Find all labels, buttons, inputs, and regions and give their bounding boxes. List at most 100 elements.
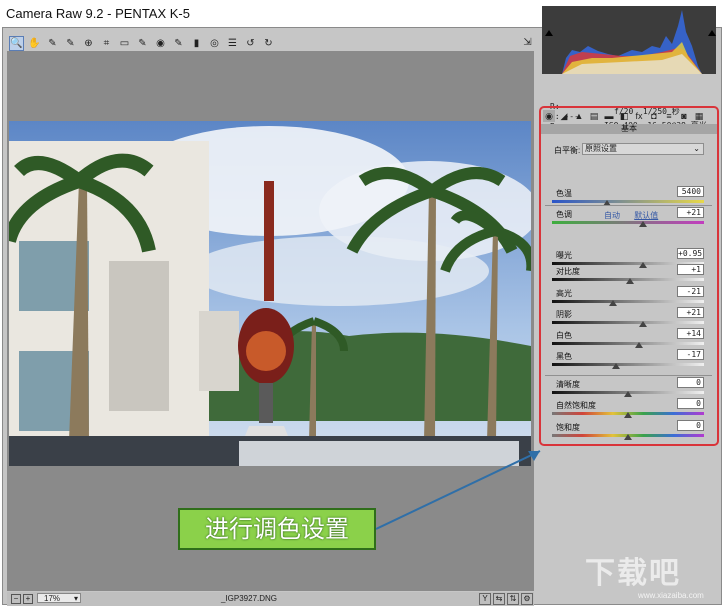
zoom-in-icon[interactable]: + (23, 594, 33, 604)
rotate-ccw-tool-icon[interactable]: ↺ (243, 36, 258, 51)
camera-info: R: --- G: --- B: --- f/20 1/250 秒 ISO 40… (548, 74, 718, 131)
zoom-tool-icon[interactable]: 🔍 (9, 35, 24, 51)
highlights-value-input[interactable]: -21 (677, 286, 704, 297)
hand-tool-icon[interactable]: ✋ (27, 36, 42, 51)
tint-label: 色调 (556, 210, 572, 219)
panel-tab-icon[interactable]: ▤ (588, 110, 600, 122)
panel-tab-icon[interactable]: fx (633, 110, 645, 122)
panel-tab-icon[interactable]: ◧ (618, 110, 630, 122)
settings-icon[interactable]: ⚙ (521, 593, 533, 605)
watermark: 下载吧 (585, 557, 681, 590)
vibrance-value-input[interactable]: 0 (677, 398, 704, 409)
auto-link[interactable]: 自动 (604, 211, 620, 220)
panel-tab-icon[interactable]: ◘ (648, 110, 660, 122)
whites-slider[interactable] (552, 342, 704, 348)
shadows-label: 阴影 (556, 310, 572, 319)
temp-label: 色温 (556, 189, 572, 198)
panel-tab-icon[interactable]: ▲ (573, 110, 585, 122)
divider (545, 375, 712, 376)
vibrance-label: 自然饱和度 (556, 401, 596, 410)
panel-tab-icon[interactable]: ◉ (543, 110, 555, 122)
highlights-slider[interactable] (552, 300, 704, 306)
tint-slider-thumb[interactable] (639, 221, 648, 227)
clarity-value-input[interactable]: 0 (677, 377, 704, 388)
toolbar: 🔍 ✋ ✎ ✎ ⊕ ⌗ ▭ ✎ ◉ ✎ ▮ ◎ ☰ ↺ ↻ (9, 35, 276, 51)
default-link[interactable]: 默认值 (634, 211, 658, 220)
clarity-label: 清晰度 (556, 380, 580, 389)
zoom-level-select[interactable]: 17% ▾ (37, 593, 81, 603)
exposure-value-input[interactable]: +0.95 (677, 248, 704, 259)
saturation-label: 饱和度 (556, 423, 580, 432)
shadows-slider[interactable] (552, 321, 704, 327)
whites-slider-thumb[interactable] (634, 342, 643, 348)
panel-tabs: ◉ ◢ ▲ ▤ ▬ ◧ fx ◘ ≡ ◙ ▦ (543, 110, 705, 123)
highlight-clipping-warning-icon[interactable] (708, 30, 716, 36)
panel-tab-icon[interactable]: ▬ (603, 110, 615, 122)
vibrance-slider[interactable] (552, 412, 704, 418)
contrast-slider-thumb[interactable] (625, 278, 634, 284)
zoom-level-value: 17% (44, 594, 61, 603)
clarity-slider[interactable] (552, 391, 704, 397)
highlights-label: 高光 (556, 289, 572, 298)
spot-removal-tool-icon[interactable]: ✎ (135, 36, 150, 51)
contrast-value-input[interactable]: +1 (677, 264, 704, 275)
preview-photo (9, 121, 531, 466)
temp-slider[interactable] (552, 200, 704, 206)
blacks-slider[interactable] (552, 363, 704, 369)
color-sampler-tool-icon[interactable]: ✎ (63, 36, 78, 51)
targeted-adjustment-tool-icon[interactable]: ⊕ (81, 36, 96, 51)
whites-value-input[interactable]: +14 (677, 328, 704, 339)
white-balance-select[interactable]: 原照设置 ⌄ (582, 143, 704, 155)
radial-filter-tool-icon[interactable]: ◎ (207, 36, 222, 51)
red-eye-tool-icon[interactable]: ◉ (153, 36, 168, 51)
panel-tab-icon[interactable]: ◢ (558, 110, 570, 122)
view-toggle-icon[interactable]: Y (479, 593, 491, 605)
panel-tab-icon[interactable]: ▦ (693, 110, 705, 122)
whites-label: 白色 (556, 331, 572, 340)
filename: _IGP3927.DNG (221, 594, 278, 603)
shadows-value-input[interactable]: +21 (677, 307, 704, 318)
panel-tab-icon[interactable]: ◙ (678, 110, 690, 122)
swap-settings-icon[interactable]: ⇅ (507, 593, 519, 605)
white-balance-value: 原照设置 (585, 144, 617, 153)
shadows-slider-thumb[interactable] (639, 321, 648, 327)
histogram (542, 6, 716, 74)
vibrance-slider-thumb[interactable] (624, 412, 632, 418)
temp-value-input[interactable]: 5400 (677, 186, 704, 197)
status-bar: − + 17% ▾ _IGP3927.DNG Y ⇆ ⇅ ⚙ (7, 592, 534, 606)
highlights-slider-thumb[interactable] (608, 300, 617, 306)
crop-tool-icon[interactable]: ⌗ (99, 36, 114, 51)
callout-label: 进行调色设置 (178, 508, 376, 550)
saturation-slider-thumb[interactable] (624, 434, 632, 440)
chevron-down-icon: ⌄ (693, 144, 700, 153)
rotate-cw-tool-icon[interactable]: ↻ (261, 36, 276, 51)
tone-links: 自动 默认值 (604, 210, 670, 221)
contrast-label: 对比度 (556, 267, 580, 276)
saturation-slider[interactable] (552, 434, 704, 440)
before-after-icon[interactable]: ⇆ (493, 593, 505, 605)
divider (545, 205, 712, 206)
chevron-down-icon: ▾ (73, 594, 78, 603)
panel-tab-icon[interactable]: ≡ (663, 110, 675, 122)
zoom-out-icon[interactable]: − (11, 594, 21, 604)
clarity-slider-thumb[interactable] (624, 391, 632, 397)
exposure-label: 曝光 (556, 251, 572, 260)
white-balance-tool-icon[interactable]: ✎ (45, 36, 60, 51)
blacks-value-input[interactable]: -17 (677, 349, 704, 360)
graduated-filter-tool-icon[interactable]: ▮ (189, 36, 204, 51)
tint-value-input[interactable]: +21 (677, 207, 704, 218)
watermark-url: www.xiazaiba.com (638, 591, 704, 600)
straighten-tool-icon[interactable]: ▭ (117, 36, 132, 51)
panel-title: 基本 (541, 124, 717, 134)
blacks-label: 黑色 (556, 352, 572, 361)
shadow-clipping-warning-icon[interactable] (545, 30, 553, 36)
tint-slider[interactable] (552, 221, 704, 227)
adjustment-brush-tool-icon[interactable]: ✎ (171, 36, 186, 51)
exposure-slider-thumb[interactable] (639, 262, 648, 268)
blacks-slider-thumb[interactable] (611, 363, 620, 369)
saturation-value-input[interactable]: 0 (677, 420, 704, 431)
preferences-tool-icon[interactable]: ☰ (225, 36, 240, 51)
white-balance-label: 白平衡: (554, 146, 581, 155)
fullscreen-toggle-icon[interactable]: ⇲ (520, 35, 535, 50)
contrast-slider[interactable] (552, 278, 704, 284)
